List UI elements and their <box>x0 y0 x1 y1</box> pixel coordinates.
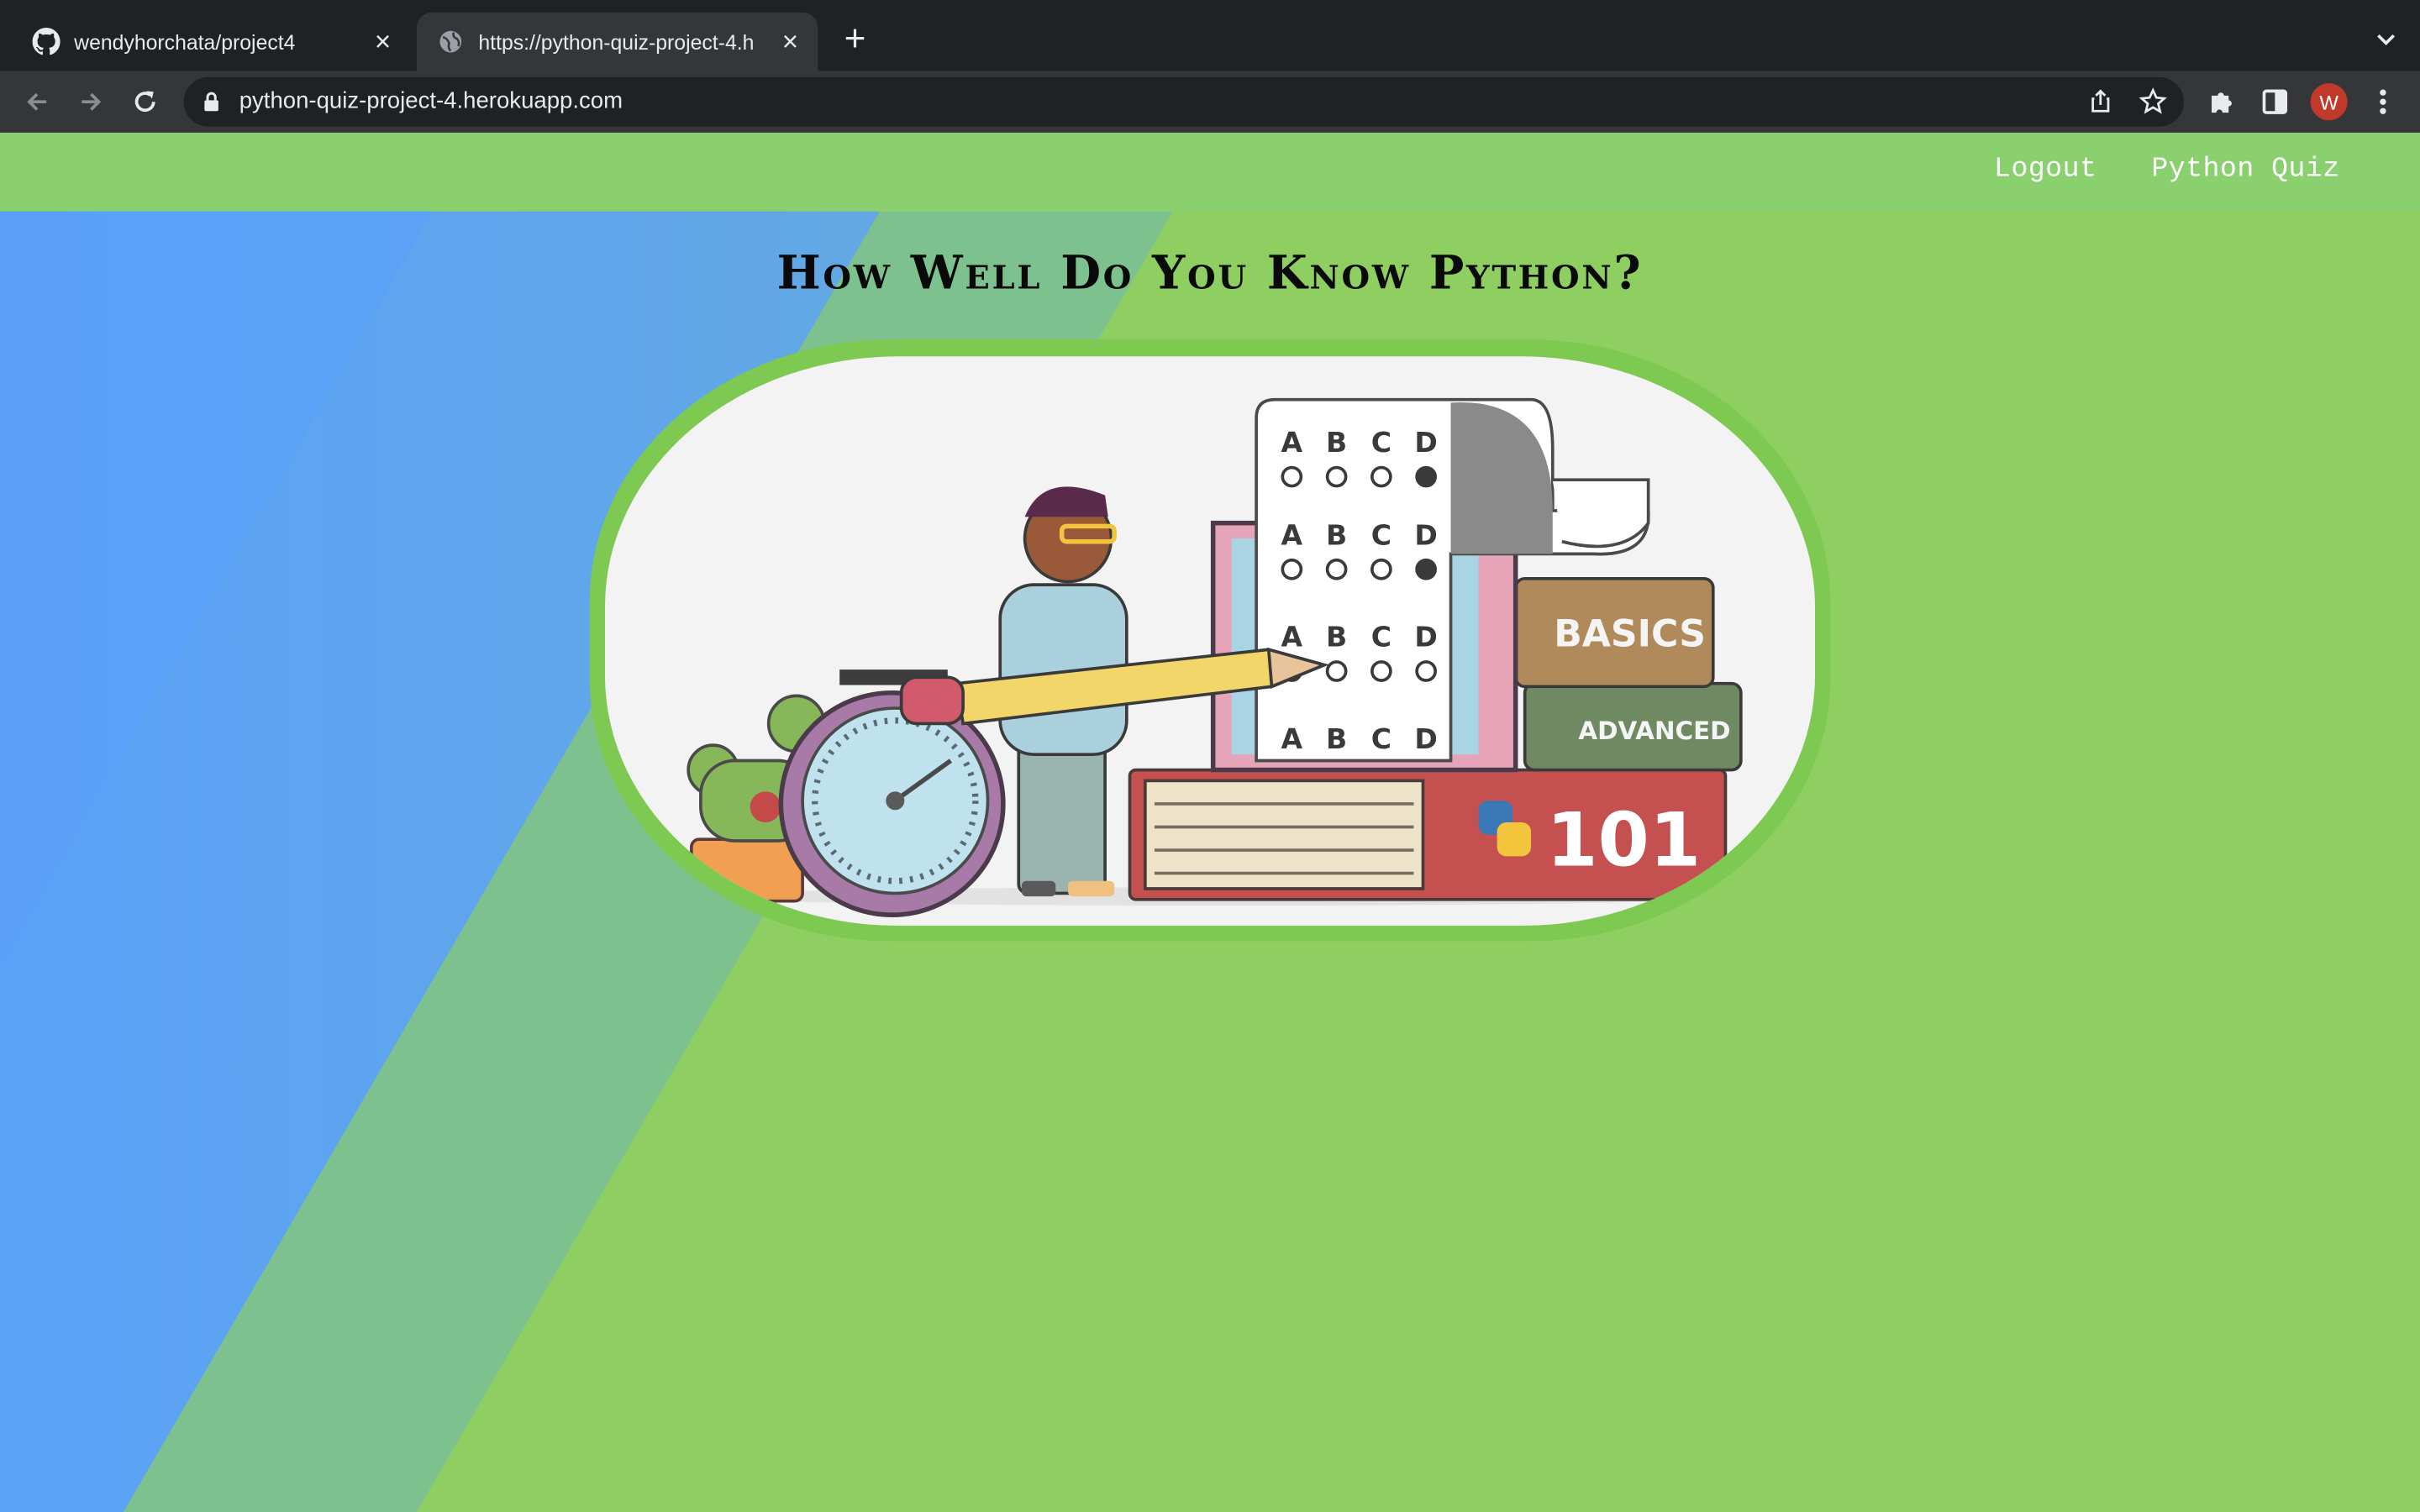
reload-button[interactable] <box>125 81 166 122</box>
arrow-right-icon <box>82 92 102 111</box>
answer-letter: C <box>1371 621 1392 654</box>
url-text[interactable]: python-quiz-project-4.herokuapp.com <box>239 88 623 114</box>
answer-bubble <box>1281 465 1303 488</box>
globe-icon <box>437 28 465 55</box>
reload-icon <box>134 91 155 113</box>
page-title: How Well Do You Know Python? <box>776 246 1644 302</box>
book-advanced-label: ADVANCED <box>1578 717 1730 745</box>
hero-illustration: BASICS ADVANCED 101 A B C D A B C D A B … <box>605 356 1815 927</box>
browser-window: wendyhorchata/project4 × https://python-… <box>0 0 2420 1512</box>
answer-bubble <box>1415 558 1437 580</box>
tab-bar: wendyhorchata/project4 × https://python-… <box>0 0 2420 71</box>
answer-bubble <box>1325 558 1348 580</box>
arrow-left-icon <box>27 92 47 111</box>
address-bar[interactable]: python-quiz-project-4.herokuapp.com <box>183 76 2184 127</box>
book-101-label: 101 <box>1546 796 1701 883</box>
answer-letter: B <box>1326 621 1347 654</box>
browser-toolbar: python-quiz-project-4.herokuapp.com W <box>0 71 2420 133</box>
close-tab-icon[interactable]: × <box>367 25 398 57</box>
answer-bubble <box>1415 465 1437 488</box>
answer-letter: B <box>1326 426 1347 459</box>
answer-letter: A <box>1281 722 1303 755</box>
tab-title: wendyhorchata/project4 <box>74 29 296 54</box>
tab-title: https://python-quiz-project-4.h <box>478 29 755 54</box>
answer-bubble <box>1370 660 1392 682</box>
python-quiz-link[interactable]: Python Quiz <box>2151 155 2339 186</box>
tab-quiz-site[interactable]: https://python-quiz-project-4.h × <box>416 12 818 71</box>
extensions-puzzle-icon[interactable] <box>2204 85 2238 118</box>
more-menu-icon[interactable] <box>2366 85 2400 118</box>
page-content: Logout Python Quiz How Well Do You Know … <box>0 132 2420 1512</box>
answer-letter: D <box>1414 722 1437 755</box>
hero-image-frame: BASICS ADVANCED 101 A B C D A B C D A B … <box>589 339 1831 942</box>
answer-letter: A <box>1281 426 1303 459</box>
share-icon[interactable] <box>2085 87 2116 118</box>
answer-letter: B <box>1326 518 1347 551</box>
answer-letter: D <box>1414 518 1437 551</box>
tab-github[interactable]: wendyhorchata/project4 × <box>13 13 411 71</box>
bookmark-star-icon[interactable] <box>2138 87 2169 118</box>
site-navbar: Logout Python Quiz <box>0 132 2420 212</box>
answer-bubble <box>1415 660 1437 682</box>
answer-letter: A <box>1281 621 1303 654</box>
answer-letter: B <box>1326 722 1347 755</box>
answer-letter: C <box>1371 518 1392 551</box>
answer-letter: D <box>1414 426 1437 459</box>
github-icon <box>32 28 60 55</box>
forward-button[interactable] <box>71 81 111 122</box>
answer-letter: A <box>1281 518 1303 551</box>
answer-letter: C <box>1371 426 1392 459</box>
new-tab-button[interactable]: + <box>837 21 874 60</box>
answer-letter: D <box>1414 621 1437 654</box>
answer-bubble <box>1281 558 1303 580</box>
answer-bubble <box>1325 465 1348 488</box>
book-basics-label: BASICS <box>1554 613 1706 656</box>
back-button[interactable] <box>17 81 57 122</box>
answer-bubble <box>1370 465 1392 488</box>
profile-avatar[interactable]: W <box>2310 83 2348 121</box>
answer-letter: C <box>1371 722 1392 755</box>
chevron-down-icon[interactable] <box>2370 24 2402 55</box>
lock-icon[interactable] <box>203 91 221 113</box>
logout-link[interactable]: Logout <box>1994 155 2096 186</box>
answer-bubble <box>1370 558 1392 580</box>
answer-bubble <box>1325 660 1348 682</box>
side-panel-icon[interactable] <box>2258 85 2291 118</box>
close-tab-icon[interactable]: × <box>775 25 806 57</box>
